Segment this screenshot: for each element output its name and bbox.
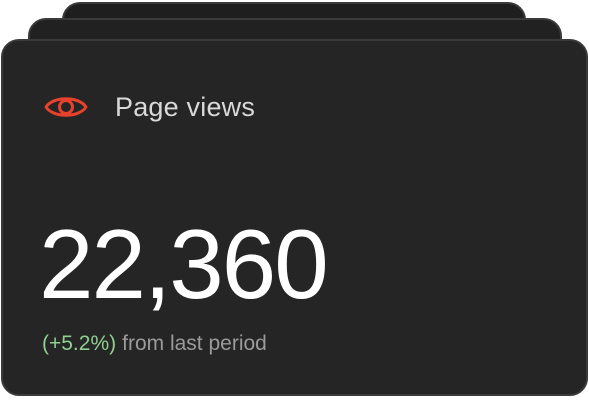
card-header: Page views — [43, 87, 255, 127]
card-title: Page views — [115, 91, 256, 122]
metric-value: 22,360 — [39, 209, 329, 319]
page-views-card: Page views 22,360 (+5.2%) from last perio… — [1, 39, 588, 396]
change-label: from last period — [122, 332, 267, 355]
change-indicator: (+5.2%) from last period — [42, 332, 267, 356]
change-percentage: (+5.2%) — [42, 332, 117, 355]
eye-icon — [44, 97, 88, 117]
